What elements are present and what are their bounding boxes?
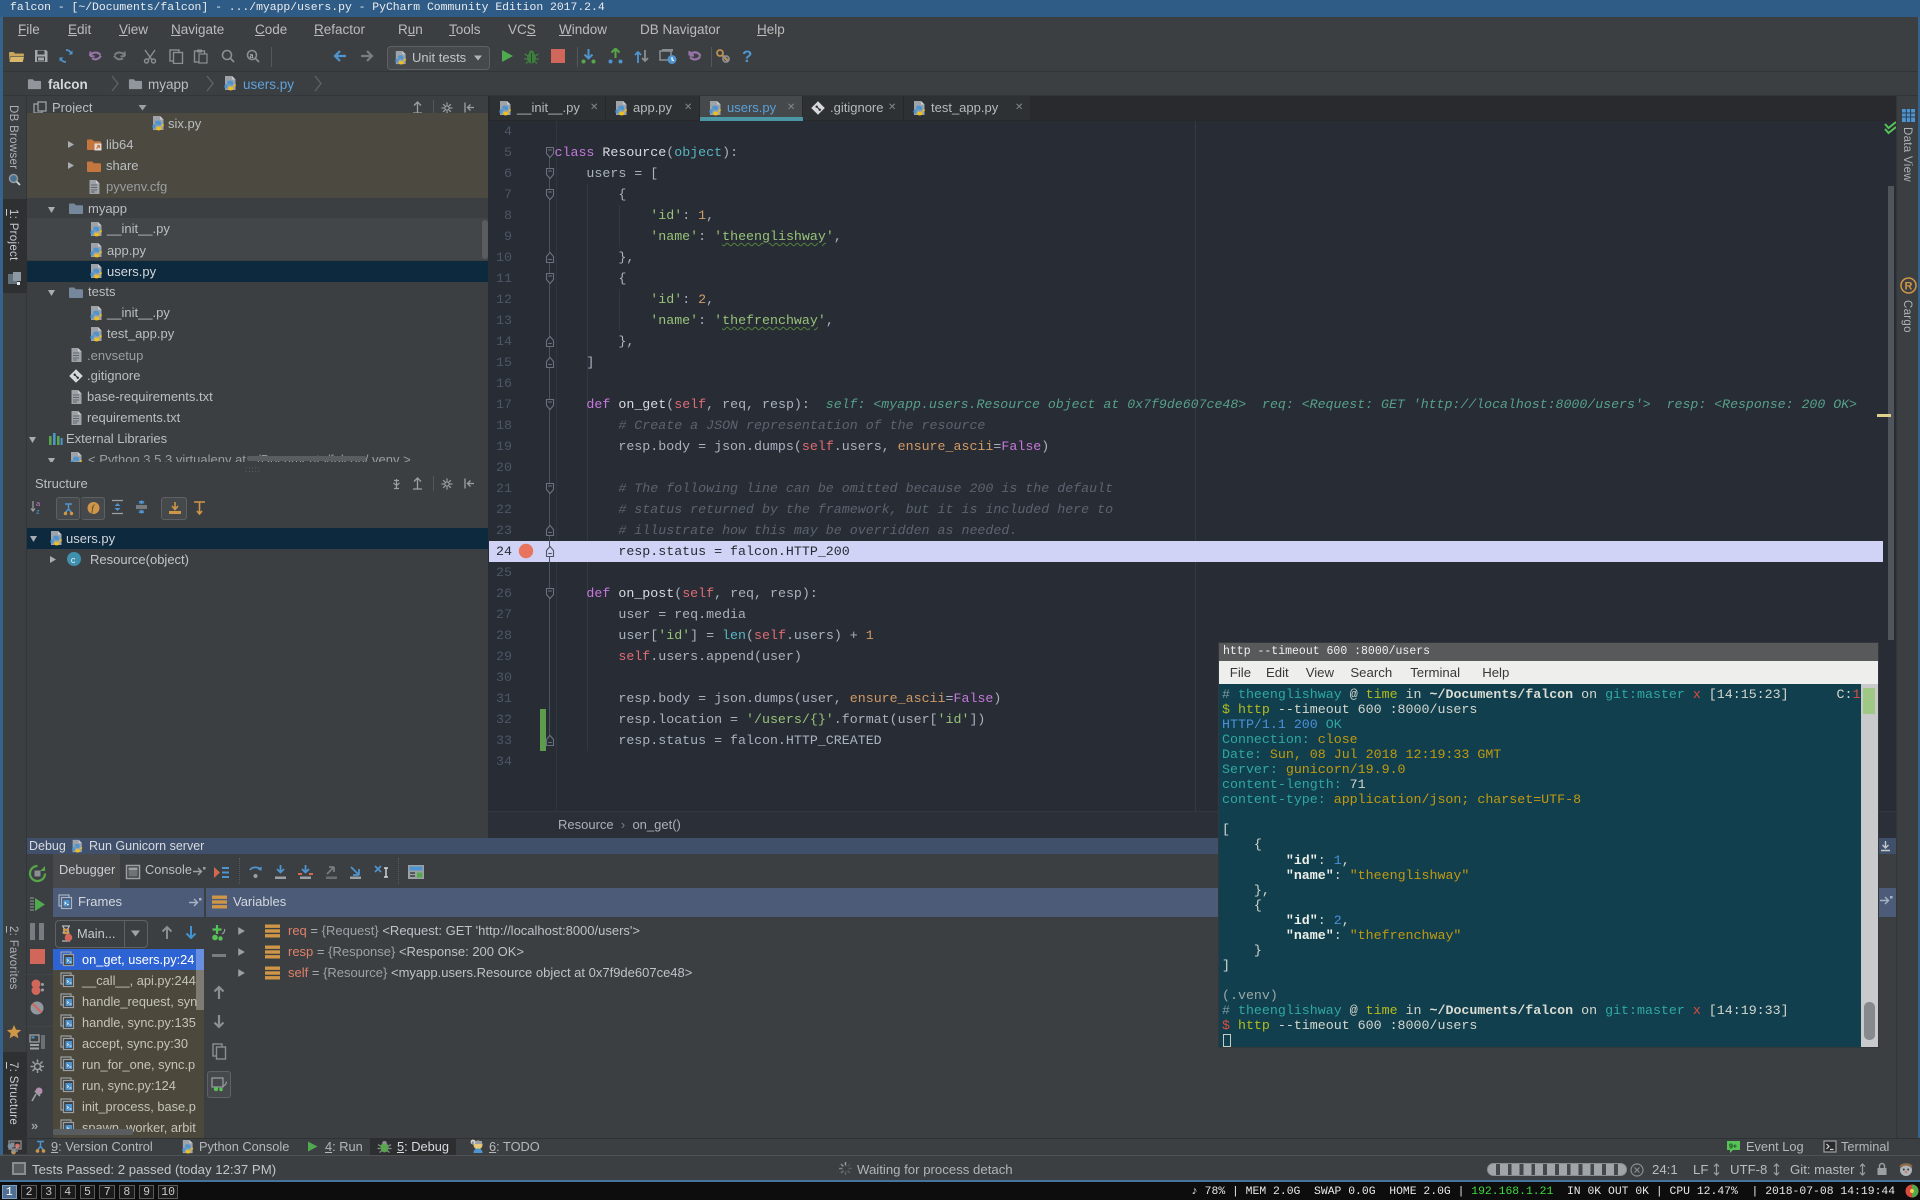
svg-text:a: a (250, 53, 254, 60)
svg-text:z: z (36, 507, 40, 515)
svg-text:R: R (1905, 281, 1913, 293)
svg-text:c: c (71, 555, 76, 566)
svg-text:9+: 9+ (1729, 1144, 1737, 1151)
